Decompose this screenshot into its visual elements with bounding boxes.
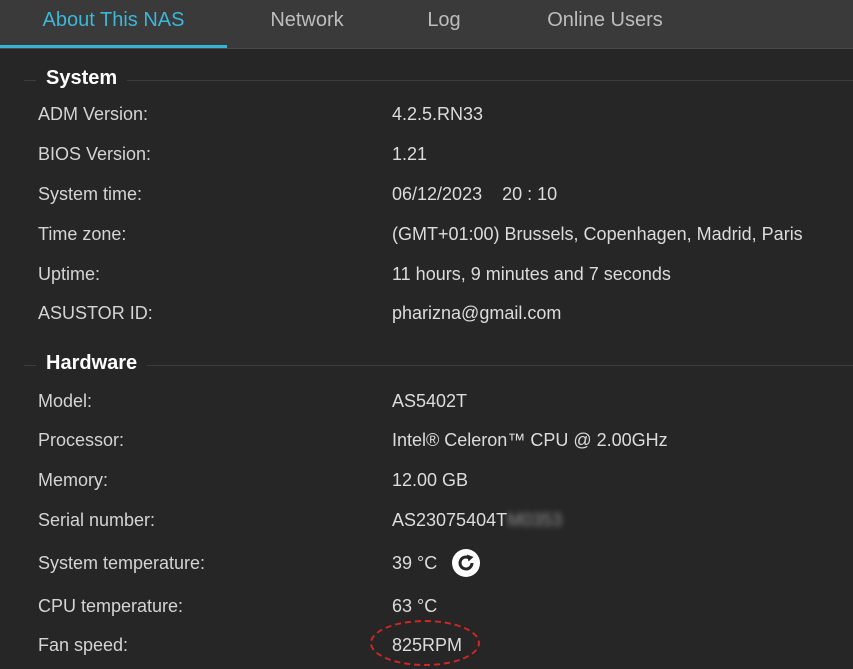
row-label: Time zone:	[38, 224, 127, 244]
section-divider	[24, 365, 853, 366]
row-value: Intel® Celeron™ CPU @ 2.00GHz	[392, 430, 668, 450]
refresh-temperature-button[interactable]	[452, 549, 480, 577]
row-value: 4.2.5.RN33	[392, 104, 484, 124]
info-row-serial-number: Serial number: AS23075404TM0353	[0, 510, 853, 540]
row-label: Model:	[38, 391, 93, 411]
row-value: (GMT+01:00) Brussels, Copenhagen, Madrid…	[392, 224, 803, 244]
row-value: 63 °C	[392, 596, 438, 616]
tab-about-this-nas[interactable]: About This NAS	[0, 0, 227, 48]
info-row-memory: Memory: 12.00 GB	[0, 470, 853, 500]
row-label: ADM Version:	[38, 104, 149, 124]
section-divider	[24, 80, 853, 81]
refresh-icon	[458, 554, 474, 571]
row-value: 39 °C	[392, 553, 438, 573]
info-row-adm-version: ADM Version: 4.2.5.RN33	[0, 104, 853, 134]
info-row-fan-speed: Fan speed: 825RPM	[0, 635, 853, 665]
row-value: 12.00 GB	[392, 470, 469, 490]
row-label: System time:	[38, 184, 143, 204]
info-row-cpu-temperature: CPU temperature: 63 °C	[0, 596, 853, 626]
info-row-asustor-id: ASUSTOR ID: pharizna@gmail.com	[0, 303, 853, 333]
row-label: Memory:	[38, 470, 109, 490]
section-title-system: System	[36, 67, 128, 90]
info-row-uptime: Uptime: 11 hours, 9 minutes and 7 second…	[0, 264, 853, 294]
row-label: Fan speed:	[38, 635, 129, 655]
row-value: AS23075404TM0353	[392, 510, 562, 531]
row-label: BIOS Version:	[38, 144, 152, 164]
info-row-time-zone: Time zone: (GMT+01:00) Brussels, Copenha…	[0, 224, 853, 254]
about-nas-panel: About This NAS Network Log Online Users …	[0, 0, 853, 669]
section-title-hardware: Hardware	[36, 352, 148, 375]
row-label: CPU temperature:	[38, 596, 184, 616]
row-label: ASUSTOR ID:	[38, 303, 153, 323]
info-row-model: Model: AS5402T	[0, 391, 853, 421]
row-value: 825RPM	[392, 635, 463, 655]
row-value: AS5402T	[392, 391, 468, 411]
row-value: 06/12/2023 20 : 10	[392, 184, 558, 204]
row-value: 11 hours, 9 minutes and 7 seconds	[392, 264, 671, 284]
tab-bar: About This NAS Network Log Online Users	[0, 0, 853, 49]
serial-visible: AS23075404T	[392, 510, 508, 530]
row-label: Processor:	[38, 430, 125, 450]
info-row-system-temperature: System temperature: 39 °C	[0, 549, 853, 583]
info-row-processor: Processor: Intel® Celeron™ CPU @ 2.00GHz	[0, 430, 853, 460]
row-value: pharizna@gmail.com	[392, 303, 562, 323]
info-row-bios-version: BIOS Version: 1.21	[0, 144, 853, 174]
serial-blurred: M0353	[507, 510, 563, 530]
row-value: 1.21	[392, 144, 428, 164]
row-label: System temperature:	[38, 553, 206, 573]
info-row-system-time: System time: 06/12/2023 20 : 10	[0, 184, 853, 214]
tab-online-users[interactable]: Online Users	[502, 0, 708, 46]
row-label: Uptime:	[38, 264, 101, 284]
tab-network[interactable]: Network	[228, 0, 386, 46]
row-label: Serial number:	[38, 510, 156, 530]
tab-log[interactable]: Log	[386, 0, 502, 46]
